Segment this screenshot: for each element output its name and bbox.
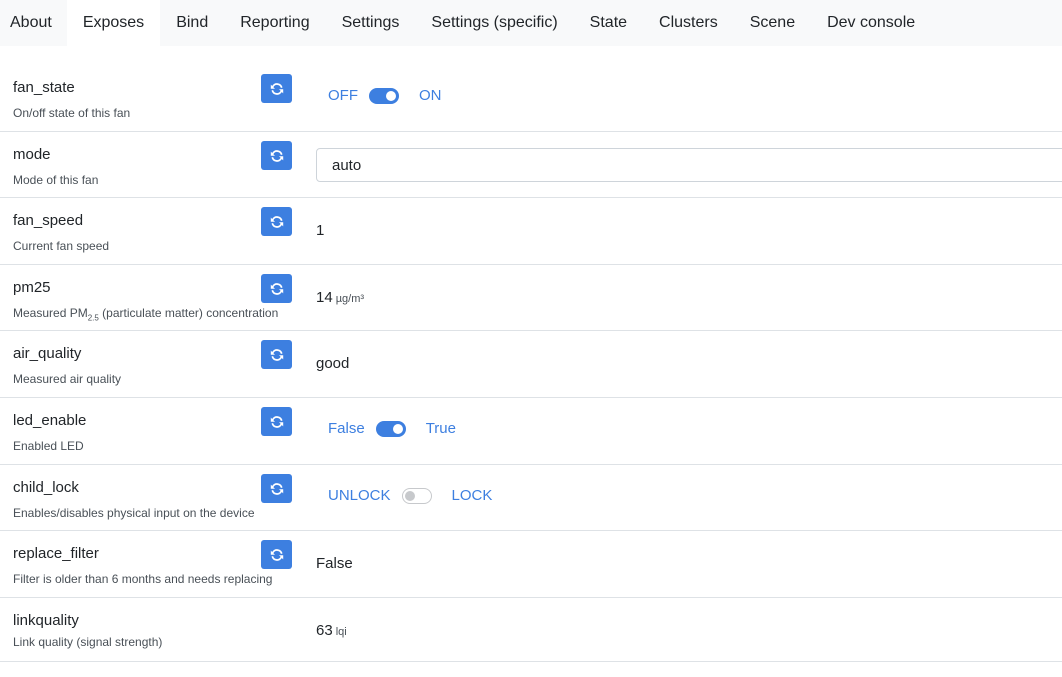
expose-name: led_enable: [13, 412, 87, 429]
refresh-button[interactable]: [261, 274, 292, 303]
led-enable-switch[interactable]: [375, 420, 406, 437]
expose-row-child-lock: child_lock Enables/disables physical inp…: [0, 465, 1062, 531]
refresh-icon: [270, 348, 283, 361]
linkquality-value: 63: [316, 622, 333, 639]
expose-row-replace-filter: replace_filter Filter is older than 6 mo…: [0, 531, 1062, 598]
expose-name: fan_state: [13, 79, 75, 96]
fan-speed-value: 1: [316, 222, 325, 239]
expose-name: linkquality: [13, 612, 79, 629]
refresh-icon: [270, 415, 283, 428]
pm25-unit: µg/m³: [335, 293, 365, 305]
fan-state-toggle: OFF ON: [328, 87, 442, 104]
expose-row-pm25: pm25 Measured PM2.5 (particulate matter)…: [0, 265, 1062, 331]
expose-name: child_lock: [13, 479, 79, 496]
expose-name: replace_filter: [13, 545, 99, 562]
expose-description: Enabled LED: [13, 439, 84, 453]
expose-description: Enables/disables physical input on the d…: [13, 506, 255, 520]
exposes-list: fan_state On/off state of this fan OFF O…: [0, 65, 1062, 662]
tab-settings[interactable]: Settings: [326, 0, 416, 46]
expose-description: Measured PM2.5 (particulate matter) conc…: [13, 306, 278, 322]
tab-bind[interactable]: Bind: [160, 0, 224, 46]
toggle-on-label[interactable]: ON: [419, 87, 442, 104]
child-lock-toggle: UNLOCK LOCK: [328, 487, 492, 504]
mode-select[interactable]: auto: [316, 148, 1062, 182]
expose-name: fan_speed: [13, 212, 84, 229]
expose-row-led-enable: led_enable Enabled LED False True: [0, 398, 1062, 465]
refresh-button[interactable]: [261, 74, 292, 103]
refresh-button[interactable]: [261, 340, 292, 369]
expose-name: mode: [13, 146, 51, 163]
fan-state-switch[interactable]: [369, 87, 399, 104]
tab-state[interactable]: State: [574, 0, 643, 46]
description-subscript: 2.5: [87, 313, 99, 323]
child-lock-switch[interactable]: [401, 487, 432, 504]
expose-row-air-quality: air_quality Measured air quality good: [0, 331, 1062, 398]
switch-knob: [392, 423, 403, 434]
toggle-on-label[interactable]: LOCK: [452, 487, 493, 504]
expose-description: Current fan speed: [13, 239, 110, 253]
refresh-icon: [270, 282, 283, 295]
led-enable-toggle: False True: [328, 420, 456, 437]
expose-row-linkquality: linkquality Link quality (signal strengt…: [0, 598, 1062, 662]
expose-row-fan-speed: fan_speed Current fan speed 1: [0, 198, 1062, 265]
tab-about[interactable]: About: [0, 0, 67, 46]
toggle-off-label[interactable]: UNLOCK: [328, 487, 391, 504]
tab-reporting[interactable]: Reporting: [224, 0, 325, 46]
refresh-icon: [270, 149, 283, 162]
refresh-icon: [270, 82, 283, 95]
tab-settings-specific[interactable]: Settings (specific): [415, 0, 573, 46]
refresh-button[interactable]: [261, 407, 292, 436]
expose-description: Mode of this fan: [13, 173, 99, 187]
refresh-button[interactable]: [261, 474, 292, 503]
linkquality-value-group: 63 lqi: [316, 622, 347, 639]
replace-filter-value: False: [316, 555, 353, 572]
description-text: (particulate matter) concentration: [98, 306, 279, 320]
pm25-value: 14: [316, 289, 333, 306]
expose-description: Filter is older than 6 months and needs …: [13, 572, 273, 586]
tab-scene[interactable]: Scene: [734, 0, 811, 46]
expose-name: air_quality: [13, 345, 82, 362]
switch-knob: [386, 90, 396, 101]
refresh-icon: [270, 482, 283, 495]
refresh-button[interactable]: [261, 207, 292, 236]
air-quality-value: good: [316, 355, 350, 372]
tab-bar: About Exposes Bind Reporting Settings Se…: [0, 0, 1062, 46]
switch-knob: [404, 490, 415, 501]
tab-clusters[interactable]: Clusters: [643, 0, 734, 46]
pm25-value-group: 14 µg/m³: [316, 289, 364, 306]
expose-description: Measured air quality: [13, 372, 122, 386]
tab-exposes[interactable]: Exposes: [66, 0, 161, 46]
refresh-button[interactable]: [261, 540, 292, 569]
expose-row-fan-state: fan_state On/off state of this fan OFF O…: [0, 65, 1062, 132]
toggle-off-label[interactable]: False: [328, 420, 365, 437]
refresh-button[interactable]: [261, 141, 292, 170]
toggle-on-label[interactable]: True: [426, 420, 456, 437]
expose-description: On/off state of this fan: [13, 106, 131, 120]
expose-description: Link quality (signal strength): [13, 635, 163, 649]
expose-row-mode: mode Mode of this fan auto: [0, 132, 1062, 198]
tab-dev-console[interactable]: Dev console: [811, 0, 931, 46]
toggle-off-label[interactable]: OFF: [328, 87, 358, 104]
linkquality-unit: lqi: [335, 626, 347, 638]
expose-name: pm25: [13, 279, 51, 296]
refresh-icon: [270, 215, 283, 228]
refresh-icon: [270, 548, 283, 561]
description-text: Measured PM: [13, 306, 88, 320]
